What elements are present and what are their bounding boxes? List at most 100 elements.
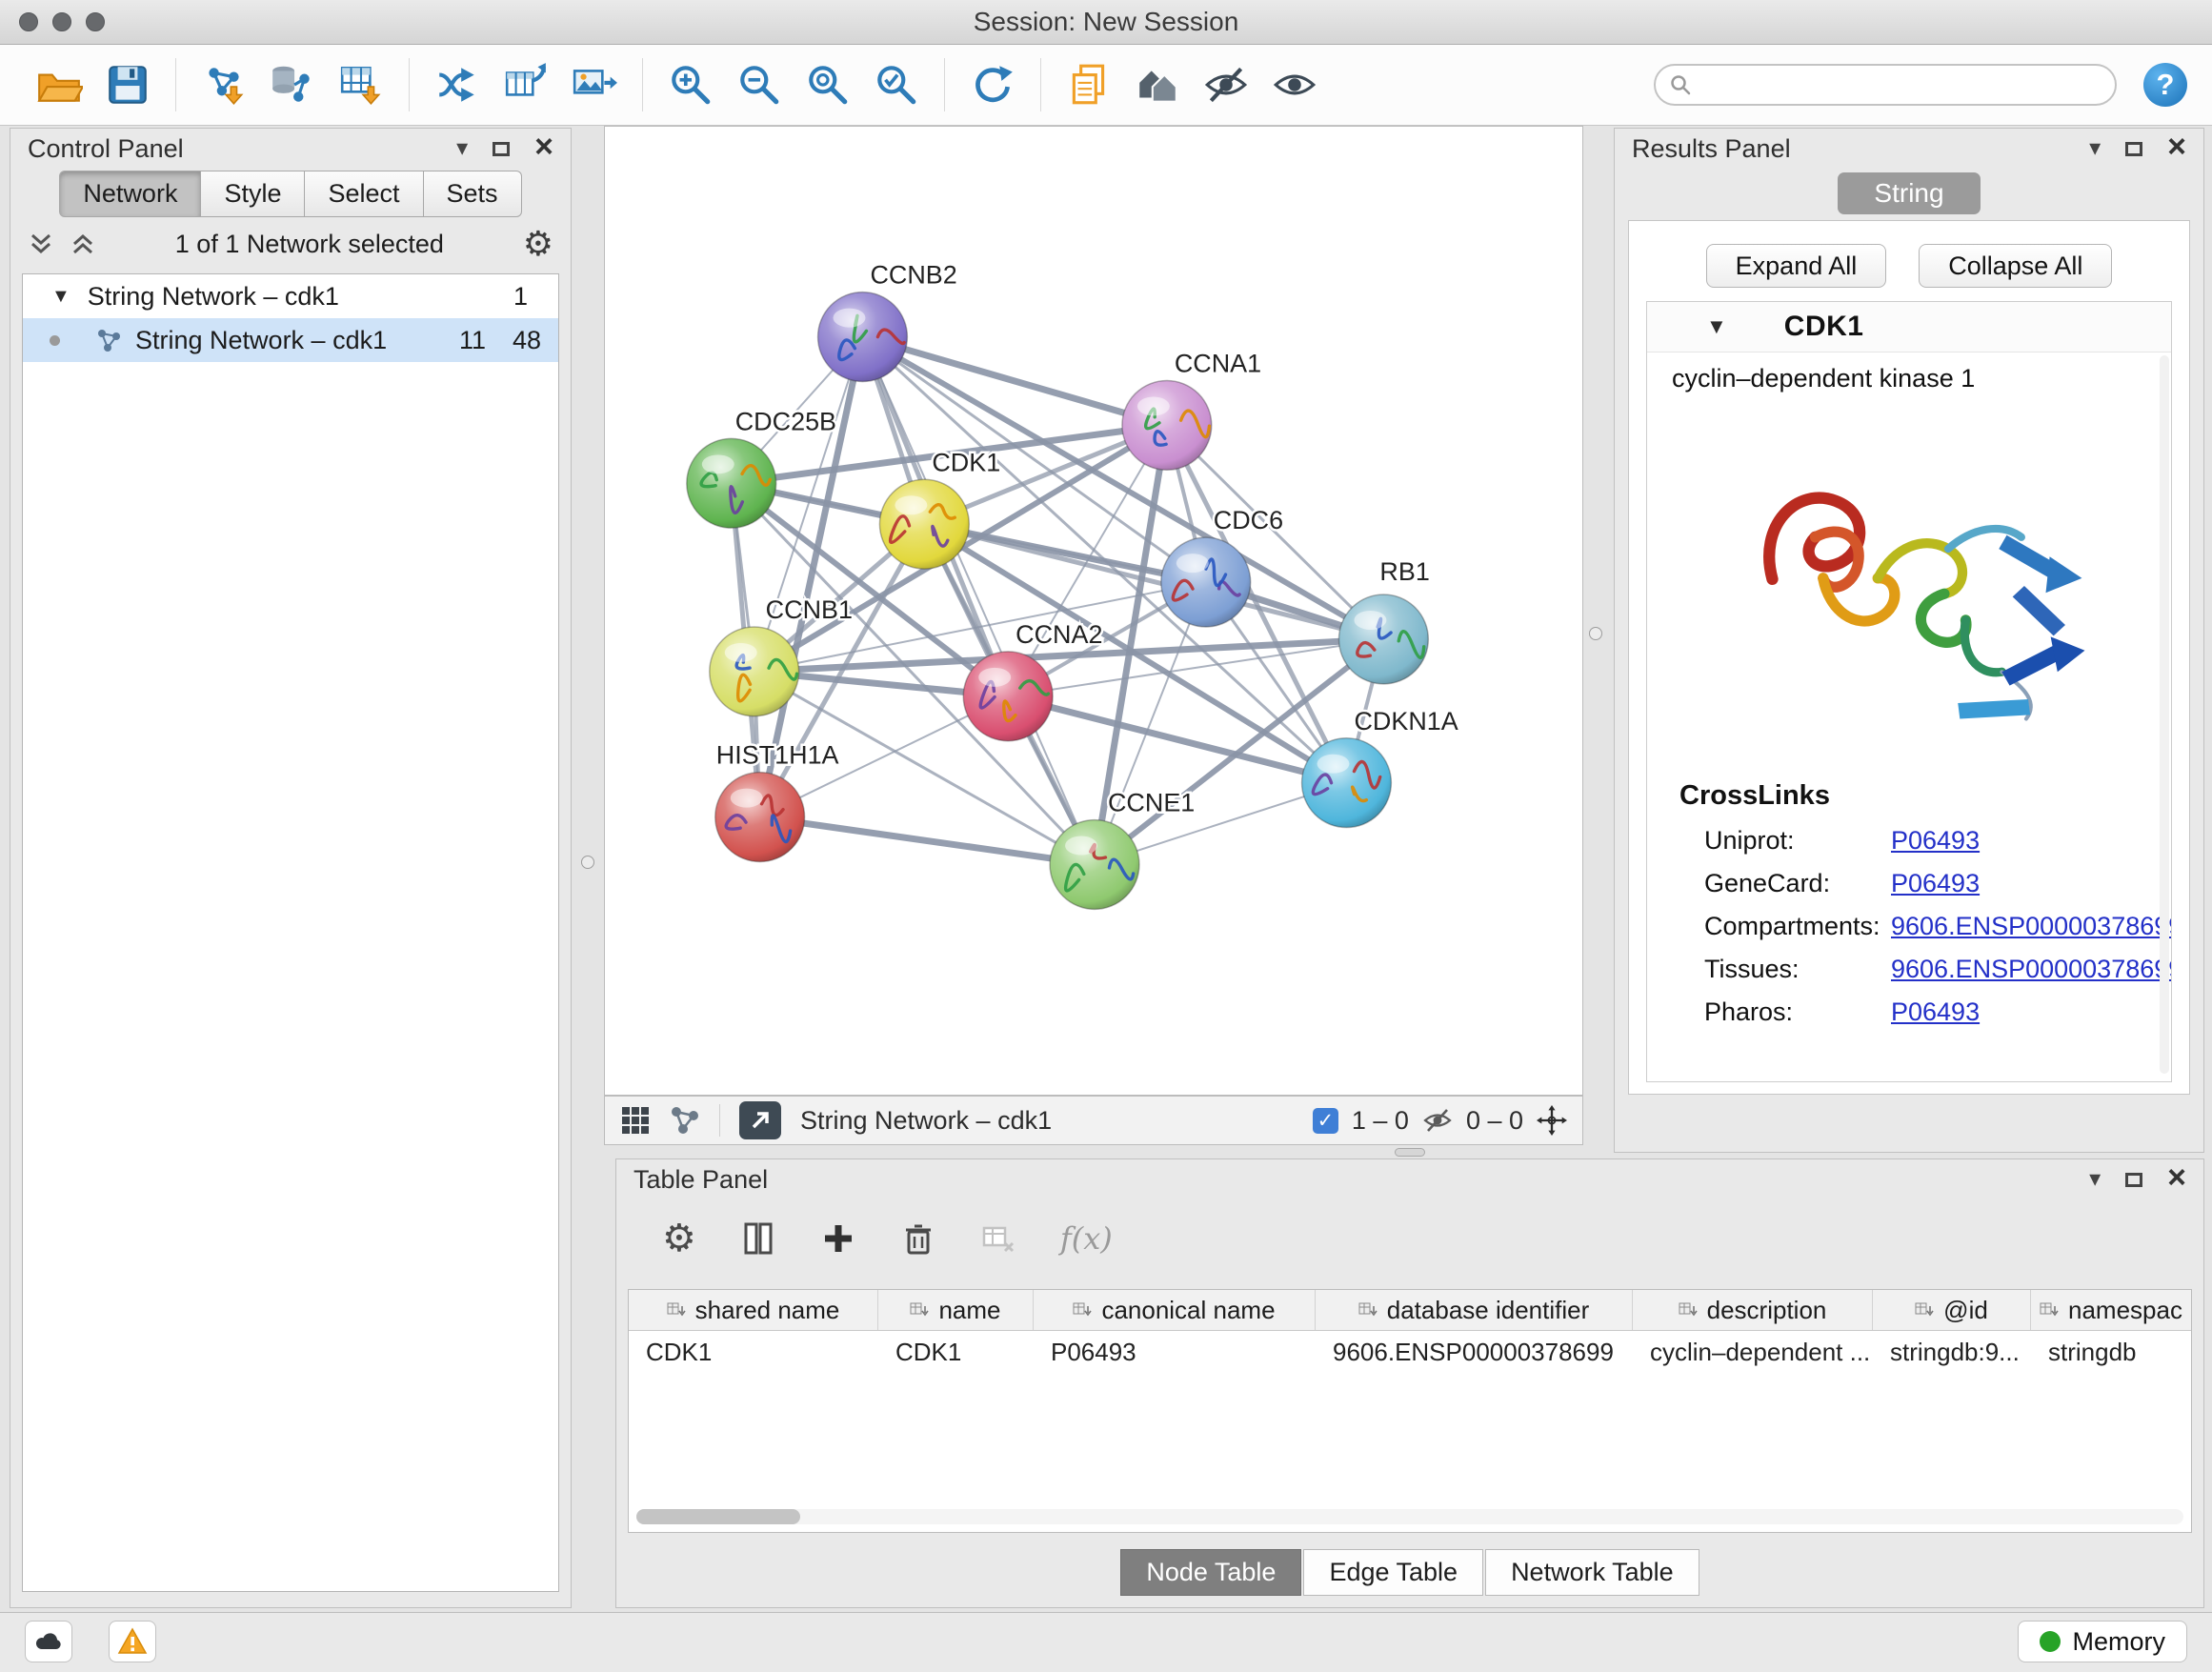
float-panel-icon[interactable] [2125, 142, 2142, 156]
column-header[interactable]: @id [1873, 1290, 2031, 1330]
collapse-all-networks-icon[interactable] [28, 232, 54, 255]
float-panel-icon[interactable] [493, 142, 510, 156]
add-column-icon[interactable] [820, 1220, 856, 1257]
cell-id[interactable]: stringdb:9... [1873, 1338, 2031, 1367]
network-edge[interactable] [924, 524, 1383, 639]
memory-button[interactable]: Memory [2018, 1621, 2187, 1662]
close-panel-icon[interactable]: × [2167, 1161, 2186, 1194]
tab-string[interactable]: String [1838, 172, 1981, 214]
zoom-selected-button[interactable] [871, 59, 922, 111]
duplicate-document-button[interactable] [1063, 59, 1115, 111]
table-horizontal-scrollbar[interactable] [636, 1509, 2183, 1524]
minimize-window-button[interactable] [52, 12, 71, 31]
network-edge[interactable] [862, 337, 1166, 426]
detach-view-button[interactable] [739, 1101, 781, 1139]
crosslink-pharos-link[interactable]: P06493 [1891, 997, 1980, 1027]
network-collection-row[interactable]: ▼ String Network – cdk1 1 [23, 274, 558, 318]
crosslink-tissues-link[interactable]: 9606.ENSP00000378699 [1891, 955, 2172, 984]
cell-database-identifier[interactable]: 9606.ENSP00000378699 [1316, 1338, 1633, 1367]
zoom-in-button[interactable] [665, 59, 716, 111]
network-view[interactable]: CCNB2CCNA1CDC25BCDK1CDC6RB1CCNB1CCNA2CDK… [604, 126, 1583, 1096]
network-canvas[interactable]: CCNB2CCNA1CDC25BCDK1CDC6RB1CCNB1CCNA2CDK… [605, 127, 1582, 1095]
expand-all-button[interactable]: Expand All [1706, 244, 1887, 288]
show-all-button[interactable] [1269, 59, 1320, 111]
float-panel-icon[interactable] [2125, 1173, 2142, 1187]
network-node-CCNA2[interactable] [963, 652, 1053, 741]
table-settings-gear-icon[interactable]: ⚙ [662, 1219, 696, 1258]
column-header[interactable]: namespac [2031, 1290, 2191, 1330]
close-window-button[interactable] [19, 12, 38, 31]
tab-select[interactable]: Select [305, 171, 423, 217]
column-header[interactable]: description [1633, 1290, 1873, 1330]
tab-style[interactable]: Style [201, 171, 305, 217]
cloud-button[interactable] [25, 1621, 72, 1662]
tab-network[interactable]: Network [59, 171, 201, 217]
crosslink-genecard-link[interactable]: P06493 [1891, 869, 1980, 898]
panel-menu-icon[interactable]: ▾ [2089, 137, 2101, 160]
network-edge[interactable] [760, 817, 1095, 865]
cell-namespace[interactable]: stringdb [2031, 1338, 2191, 1367]
cell-description[interactable]: cyclin–dependent ... [1633, 1338, 1873, 1367]
share-network-icon[interactable] [670, 1105, 700, 1136]
network-edge[interactable] [862, 337, 1095, 865]
column-header[interactable]: canonical name [1034, 1290, 1316, 1330]
network-options-gear-icon[interactable]: ⚙ [523, 227, 553, 261]
tab-edge-table[interactable]: Edge Table [1303, 1549, 1483, 1596]
network-row[interactable]: String Network – cdk1 11 48 [23, 318, 558, 362]
close-panel-icon[interactable]: × [534, 131, 553, 163]
horizontal-splitter-handle[interactable] [1395, 1148, 1425, 1157]
import-table-file-button[interactable] [335, 59, 387, 111]
delete-column-icon[interactable] [900, 1220, 936, 1257]
import-network-file-button[interactable] [198, 59, 250, 111]
cell-name[interactable]: CDK1 [878, 1338, 1034, 1367]
left-splitter-handle[interactable] [581, 856, 594, 869]
warnings-button[interactable] [109, 1621, 156, 1662]
column-header[interactable]: database identifier [1316, 1290, 1633, 1330]
panel-menu-icon[interactable]: ▾ [456, 137, 468, 160]
selection-checkbox[interactable]: ✓ [1313, 1108, 1338, 1134]
tab-sets[interactable]: Sets [424, 171, 522, 217]
network-node-CDC6[interactable] [1161, 537, 1251, 627]
table-panel-header: Table Panel ▾ × [616, 1159, 2203, 1199]
protein-disclosure-icon[interactable]: ▼ [1706, 314, 1727, 339]
zoom-window-button[interactable] [86, 12, 105, 31]
network-node-CCNE1[interactable] [1050, 820, 1139, 910]
zoom-out-button[interactable] [734, 59, 785, 111]
tab-node-table[interactable]: Node Table [1120, 1549, 1301, 1596]
collapse-all-button[interactable]: Collapse All [1919, 244, 2112, 288]
cell-shared-name[interactable]: CDK1 [629, 1338, 878, 1367]
close-panel-icon[interactable]: × [2167, 131, 2186, 163]
apply-layout-button[interactable] [967, 59, 1018, 111]
results-scrollbar[interactable] [2160, 355, 2169, 1074]
hide-selected-button[interactable] [1200, 59, 1252, 111]
collection-disclosure-icon[interactable]: ▼ [51, 286, 70, 308]
search-input[interactable] [1701, 70, 2101, 101]
column-header[interactable]: shared name [629, 1290, 878, 1330]
search-box[interactable] [1654, 64, 2117, 106]
show-columns-icon[interactable] [740, 1220, 776, 1257]
panel-menu-icon[interactable]: ▾ [2089, 1168, 2101, 1191]
expand-all-networks-icon[interactable] [70, 232, 96, 255]
tab-network-table[interactable]: Network Table [1485, 1549, 1699, 1596]
help-button[interactable]: ? [2143, 63, 2187, 107]
welcome-screen-button[interactable] [1132, 59, 1183, 111]
network-node-CDK1[interactable] [879, 479, 969, 569]
import-network-database-button[interactable] [267, 59, 318, 111]
column-header[interactable]: name [878, 1290, 1034, 1330]
crosslink-uniprot-link[interactable]: P06493 [1891, 826, 1980, 856]
crosslink-compartments-link[interactable]: 9606.ENSP00000378699 [1891, 912, 2172, 941]
clone-network-button[interactable] [500, 59, 552, 111]
protein-card-header[interactable]: ▼ CDK1 [1647, 302, 2171, 353]
right-splitter-handle[interactable] [1589, 627, 1602, 640]
network-node-HIST1H1A[interactable] [715, 773, 805, 862]
save-session-button[interactable] [102, 59, 153, 111]
export-image-button[interactable] [569, 59, 620, 111]
new-network-button[interactable] [432, 59, 483, 111]
zoom-fit-button[interactable] [802, 59, 854, 111]
cell-canonical-name[interactable]: P06493 [1034, 1338, 1316, 1367]
scrollbar-thumb[interactable] [636, 1509, 800, 1524]
grid-icon[interactable] [620, 1105, 651, 1136]
table-row[interactable]: CDK1 CDK1 P06493 9606.ENSP00000378699 cy… [629, 1331, 2191, 1373]
crosshair-move-icon[interactable] [1537, 1105, 1567, 1136]
open-session-button[interactable] [33, 59, 85, 111]
